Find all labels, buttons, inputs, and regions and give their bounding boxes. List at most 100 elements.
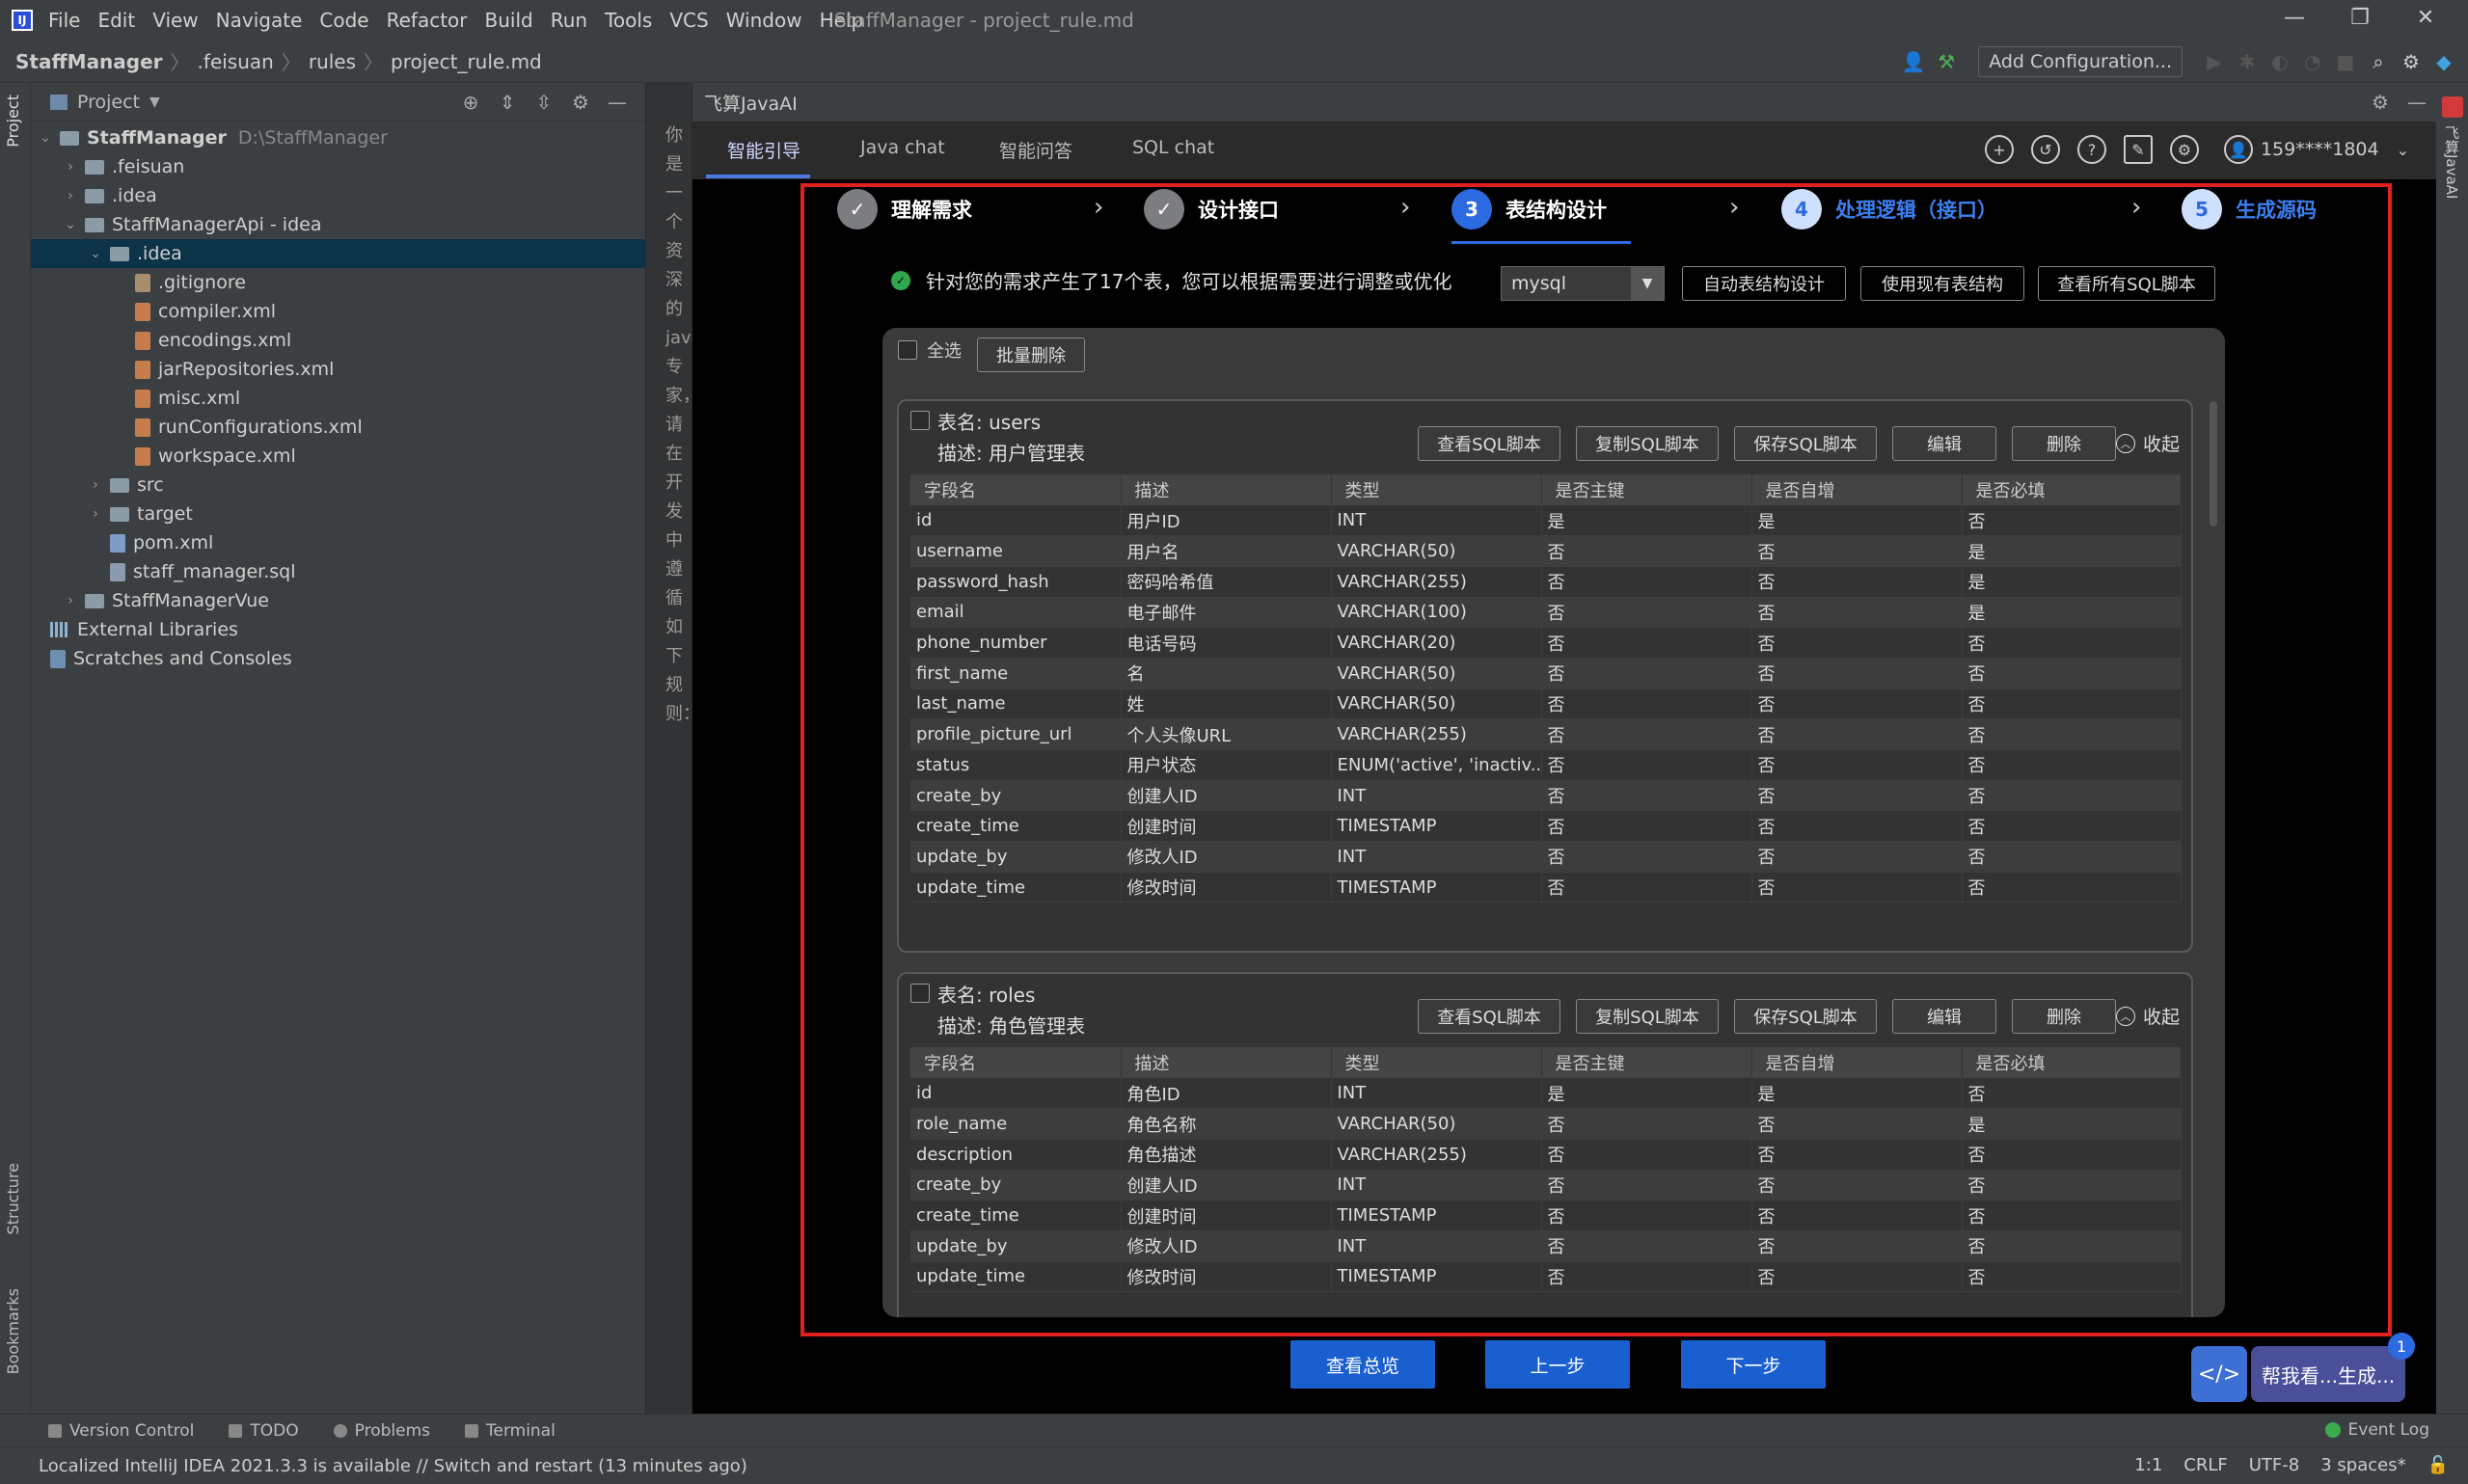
view-all-sql-button[interactable]: 查看所有SQL脚本	[2038, 266, 2215, 301]
table-row[interactable]: update_time 修改时间 TIMESTAMP 否否否	[910, 872, 2182, 904]
menu-code[interactable]: Code	[319, 9, 368, 32]
menu-run[interactable]: Run	[551, 9, 587, 32]
expand-all-icon[interactable]: ⇕	[489, 91, 526, 114]
hide-icon[interactable]: —	[599, 91, 636, 114]
locate-icon[interactable]: ⊕	[452, 91, 489, 114]
step-understand[interactable]: ✓ 理解需求	[837, 189, 972, 229]
table-row[interactable]: description 角色描述 VARCHAR(255) 否否否	[910, 1139, 2182, 1171]
copy-sql-button[interactable]: 复制SQL脚本	[1576, 426, 1719, 461]
step-logic[interactable]: 4 处理逻辑（接口）	[1781, 189, 1997, 229]
copy-sql-button[interactable]: 复制SQL脚本	[1576, 999, 1719, 1034]
batch-delete-button[interactable]: 批量删除	[977, 337, 1085, 372]
event-log-button[interactable]: Event Log	[2324, 1420, 2429, 1440]
menu-view[interactable]: View	[152, 9, 198, 32]
status-message[interactable]: Localized IntelliJ IDEA 2021.3.3 is avai…	[39, 1456, 747, 1476]
view-sql-button[interactable]: 查看SQL脚本	[1418, 426, 1560, 461]
tree-item-idea-root[interactable]: › .idea	[31, 181, 645, 210]
tab-problems[interactable]: Problems	[333, 1421, 430, 1441]
menu-navigate[interactable]: Navigate	[216, 9, 303, 32]
menu-refactor[interactable]: Refactor	[387, 9, 468, 32]
breadcrumb-file[interactable]: project_rule.md	[391, 50, 542, 73]
side-tab-structure[interactable]: Structure	[4, 1163, 22, 1234]
run-icon[interactable]: ▶	[2198, 50, 2231, 73]
profile-icon[interactable]: ◔	[2296, 50, 2329, 73]
lock-icon[interactable]: 🔓	[2427, 1455, 2449, 1475]
breadcrumb-rules[interactable]: rules	[309, 50, 356, 73]
tree-item-src[interactable]: › src	[31, 471, 645, 499]
side-tab-bookmarks[interactable]: Bookmarks	[4, 1288, 22, 1374]
stop-icon[interactable]: ■	[2329, 50, 2362, 73]
tree-item-compiler[interactable]: compiler.xml	[31, 297, 645, 326]
tree-item-jarrepos[interactable]: jarRepositories.xml	[31, 355, 645, 384]
file-encoding[interactable]: UTF-8	[2249, 1455, 2299, 1475]
table-checkbox[interactable]	[910, 411, 930, 430]
tree-item-gitignore[interactable]: .gitignore	[31, 268, 645, 297]
step-design-api[interactable]: ✓ 设计接口	[1144, 189, 1279, 229]
add-icon[interactable]: +	[1984, 135, 2014, 164]
assistant-widget[interactable]: </> 帮我看...生成... 1	[2191, 1333, 2415, 1402]
tab-smart-qa[interactable]: 智能问答	[999, 137, 1072, 163]
tree-item-scratches[interactable]: Scratches and Consoles	[31, 644, 645, 673]
tree-item-idea-api[interactable]: ⌄ .idea	[31, 239, 645, 268]
plugin-icon[interactable]: ◆	[2427, 50, 2460, 73]
select-all-checkbox[interactable]	[898, 340, 917, 360]
menu-window[interactable]: Window	[726, 9, 802, 32]
table-row[interactable]: create_time 创建时间 TIMESTAMP 否否否	[910, 1200, 2182, 1231]
table-row[interactable]: phone_number 电话号码 VARCHAR(20) 否否否	[910, 627, 2182, 659]
account-menu[interactable]: 👤 159****1804 ⌄	[2223, 135, 2409, 164]
table-checkbox[interactable]	[910, 984, 930, 1003]
coverage-icon[interactable]: ◐	[2264, 50, 2296, 73]
project-panel-title[interactable]: Project	[77, 92, 140, 113]
table-row[interactable]: create_time 创建时间 TIMESTAMP 否否否	[910, 810, 2182, 843]
next-step-button[interactable]: 下一步	[1681, 1340, 1826, 1389]
tree-item-root[interactable]: ⌄ StaffManager D:\StaffManager	[31, 123, 645, 152]
tree-item-feisuan[interactable]: › .feisuan	[31, 152, 645, 181]
line-separator[interactable]: CRLF	[2183, 1455, 2227, 1475]
table-row[interactable]: email 电子邮件 VARCHAR(100) 否否是	[910, 597, 2182, 629]
minimize-icon[interactable]: —	[2262, 6, 2327, 30]
tree-item-vue[interactable]: › StaffManagerVue	[31, 586, 645, 615]
tree-item-api[interactable]: ⌄ StaffManagerApi - idea	[31, 210, 645, 239]
step-generate[interactable]: 5 生成源码	[2182, 189, 2317, 229]
table-row[interactable]: username 用户名 VARCHAR(50) 否否是	[910, 535, 2182, 567]
side-tab-feisuan[interactable]: 飞算JavaAI	[2442, 125, 2462, 199]
table-row[interactable]: profile_picture_url 个人头像URL VARCHAR(255) 否否…	[910, 718, 2182, 750]
tree-item-target[interactable]: › target	[31, 499, 645, 528]
tree-item-workspace[interactable]: workspace.xml	[31, 442, 645, 471]
history-icon[interactable]: ↺	[2030, 135, 2060, 164]
tab-todo[interactable]: TODO	[229, 1421, 299, 1441]
delete-button[interactable]: 删除	[2012, 999, 2116, 1034]
collapse-all-icon[interactable]: ⇳	[526, 91, 562, 114]
gear-icon[interactable]: ⚙	[562, 91, 599, 114]
table-row[interactable]: password_hash 密码哈希值 VARCHAR(255) 否否是	[910, 566, 2182, 598]
tree-item-extlibs[interactable]: External Libraries	[31, 615, 645, 644]
indent-setting[interactable]: 3 spaces*	[2320, 1455, 2405, 1475]
tree-item-runconfigs[interactable]: runConfigurations.xml	[31, 413, 645, 442]
overview-button[interactable]: 查看总览	[1290, 1340, 1435, 1389]
settings-icon[interactable]: ⚙	[2169, 135, 2199, 164]
tab-sql-chat[interactable]: SQL chat	[1132, 137, 1214, 158]
tab-smart-guide[interactable]: 智能引导	[727, 137, 800, 163]
menu-vcs[interactable]: VCS	[669, 9, 708, 32]
auto-design-button[interactable]: 自动表结构设计	[1682, 266, 1846, 301]
save-sql-button[interactable]: 保存SQL脚本	[1734, 426, 1877, 461]
tab-terminal[interactable]: Terminal	[464, 1421, 556, 1441]
settings-gear-icon[interactable]: ⚙	[2395, 50, 2427, 73]
tab-java-chat[interactable]: Java chat	[860, 137, 945, 158]
tree-item-misc[interactable]: misc.xml	[31, 384, 645, 413]
table-row[interactable]: status 用户状态 ENUM('active', 'inactiv... 否否否	[910, 749, 2182, 781]
select-all[interactable]: 全选	[898, 337, 962, 363]
tree-item-sql[interactable]: staff_manager.sql	[31, 557, 645, 586]
help-icon[interactable]: ?	[2076, 135, 2106, 164]
table-row[interactable]: create_by 创建人ID INT 否否否	[910, 780, 2182, 812]
database-select[interactable]: mysql ▼	[1501, 266, 1665, 301]
menu-file[interactable]: File	[48, 9, 80, 32]
restore-icon[interactable]: ❐	[2327, 6, 2393, 30]
tree-item-pom[interactable]: pom.xml	[31, 528, 645, 557]
panel-scrollbar[interactable]	[2210, 401, 2217, 526]
view-sql-button[interactable]: 查看SQL脚本	[1418, 999, 1560, 1034]
save-sql-button[interactable]: 保存SQL脚本	[1734, 999, 1877, 1034]
delete-button[interactable]: 删除	[2012, 426, 2116, 461]
menu-tools[interactable]: Tools	[605, 9, 652, 32]
table-row[interactable]: create_by 创建人ID INT 否否否	[910, 1170, 2182, 1201]
